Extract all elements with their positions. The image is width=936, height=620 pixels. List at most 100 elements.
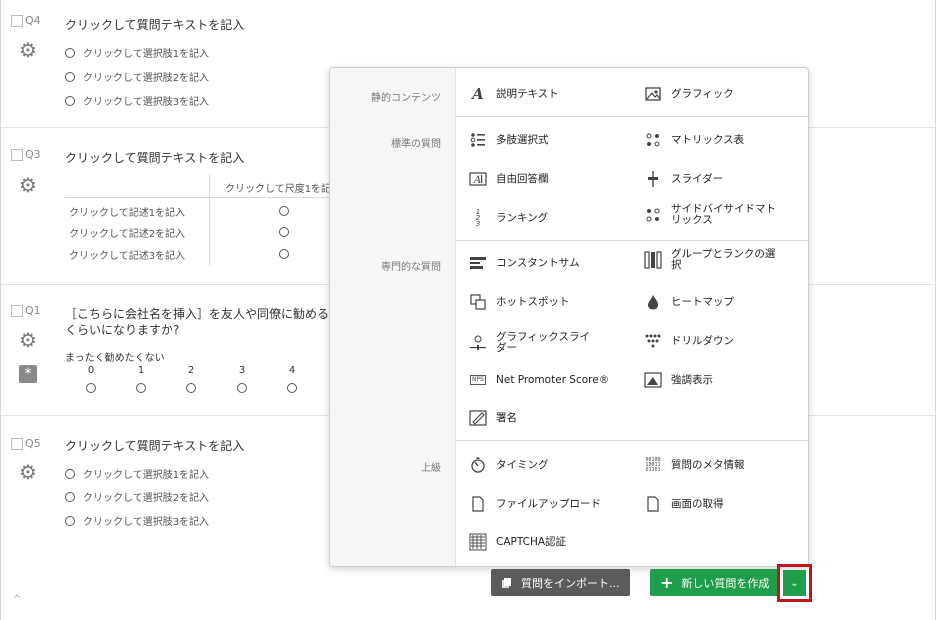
choice-item[interactable]: クリックして選択肢2を記入 — [65, 69, 209, 84]
asterisk-icon[interactable]: * — [19, 365, 37, 383]
pick-group-rank-icon — [643, 251, 663, 269]
choice-label[interactable]: クリックして選択肢1を記入 — [83, 45, 209, 60]
new-question-label: 新しい質問を作成 — [681, 576, 770, 590]
menu-item-heat-map[interactable]: ヒートマップ — [643, 293, 734, 311]
menu-item-nps[interactable]: NPS Net Promoter Score® — [468, 371, 609, 389]
gear-icon[interactable]: ⚙ — [18, 40, 38, 60]
choice-label[interactable]: クリックして選択肢3を記入 — [83, 513, 209, 528]
matrix-divider — [209, 174, 210, 266]
choice-label[interactable]: クリックして選択肢1を記入 — [83, 466, 209, 481]
matrix-statement[interactable]: クリックして記述1を記入 — [69, 204, 185, 219]
menu-item-screen-capture[interactable]: 画面の取得 — [643, 495, 724, 513]
import-questions-button[interactable]: 質問をインポート... — [491, 569, 630, 596]
menu-item-matrix-table[interactable]: マトリックス表 — [643, 131, 744, 149]
menu-item-descriptive-text[interactable]: A 説明テキスト — [468, 85, 559, 103]
question-select-checkbox[interactable] — [11, 304, 23, 317]
nps-icon: NPS — [470, 375, 486, 385]
gear-icon[interactable]: ⚙ — [18, 462, 38, 482]
choice-item[interactable]: クリックして選択肢1を記入 — [65, 45, 209, 60]
radio-button[interactable] — [279, 249, 289, 259]
matrix-statement[interactable]: クリックして記述3を記入 — [69, 247, 185, 262]
menu-item-highlight[interactable]: 強調表示 — [643, 371, 713, 389]
copy-icon — [501, 577, 513, 589]
choice-label[interactable]: クリックして選択肢2を記入 — [83, 489, 209, 504]
radio-button[interactable] — [65, 47, 75, 58]
choice-item[interactable]: クリックして選択肢3を記入 — [65, 93, 209, 108]
radio-button[interactable] — [65, 515, 75, 526]
radio-button[interactable] — [186, 383, 196, 393]
menu-item-file-upload[interactable]: ファイルアップロード — [468, 495, 601, 513]
signature-icon — [468, 409, 488, 427]
matrix-scale-header[interactable]: クリックして尺度1を記 — [225, 180, 331, 195]
choice-item[interactable]: クリックして選択肢2を記入 — [65, 489, 209, 504]
menu-item-constant-sum[interactable]: コンスタントサム — [468, 254, 580, 272]
radio-button[interactable] — [65, 491, 75, 502]
radio-button[interactable] — [279, 206, 289, 216]
menu-item-slider[interactable]: スライダー — [643, 170, 723, 188]
radio-button[interactable] — [65, 468, 75, 479]
question-text-line1[interactable]: ［こちらに会社名を挿入］を友人や同僚に勧める — [65, 305, 329, 322]
question-header: Q3 — [11, 148, 41, 161]
question-select-checkbox[interactable] — [11, 14, 23, 27]
collapse-caret-icon[interactable]: ^ — [13, 594, 21, 605]
constant-sum-icon — [468, 254, 488, 272]
radio-button[interactable] — [287, 383, 297, 393]
text-a-icon: A — [472, 85, 484, 103]
matrix-statement[interactable]: クリックして記述2を記入 — [69, 225, 185, 240]
question-text[interactable]: クリックして質問テキストを記入 — [65, 437, 244, 454]
section-divider — [456, 116, 808, 117]
text-entry-icon: A — [468, 170, 488, 188]
scale-number: 4 — [288, 365, 296, 376]
matrix-table: クリックして尺度1を記 クリックして記述1を記入 クリックして記述2を記入 クリ… — [65, 174, 345, 266]
drill-down-icon — [643, 332, 663, 350]
choice-item[interactable]: クリックして選択肢3を記入 — [65, 513, 209, 528]
question-text-line2[interactable]: くらいになりますか? — [65, 321, 179, 338]
menu-item-pick-group-rank[interactable]: グループとランクの選択 — [643, 249, 781, 271]
question-number: Q5 — [25, 437, 41, 450]
radio-button[interactable] — [136, 383, 146, 393]
radio-button[interactable] — [279, 227, 289, 237]
menu-item-text-entry[interactable]: A 自由回答欄 — [468, 170, 549, 188]
menu-item-graphic[interactable]: グラフィック — [643, 85, 734, 103]
question-type-dropdown-button[interactable]: ⌄ — [783, 570, 806, 596]
scale-left-anchor[interactable]: まったく勧めたくない — [65, 349, 165, 364]
file-icon — [643, 495, 663, 513]
radio-button[interactable] — [237, 383, 247, 393]
chevron-down-icon: ⌄ — [790, 577, 799, 589]
radio-button[interactable] — [65, 95, 75, 106]
gear-icon[interactable]: ⚙ — [18, 175, 38, 195]
flame-icon — [643, 293, 663, 311]
side-by-side-icon — [643, 206, 663, 224]
menu-item-meta-info[interactable]: 00100 10011 01101 質問のメタ情報 — [643, 456, 744, 474]
import-button-label: 質問をインポート... — [521, 576, 620, 590]
radio-button[interactable] — [86, 383, 96, 393]
question-select-checkbox[interactable] — [11, 437, 23, 450]
menu-item-multiple-choice[interactable]: 多肢選択式 — [468, 131, 549, 149]
choice-item[interactable]: クリックして選択肢1を記入 — [65, 466, 209, 481]
question-number: Q1 — [25, 304, 41, 317]
menu-item-signature[interactable]: 署名 — [468, 409, 517, 427]
menu-item-graphic-slider[interactable]: グラフィックスライダー — [468, 332, 596, 354]
section-divider — [456, 240, 808, 241]
menu-item-hot-spot[interactable]: ホットスポット — [468, 293, 570, 311]
create-new-question-button[interactable]: + 新しい質問を作成 — [650, 569, 779, 596]
gear-icon[interactable]: ⚙ — [18, 330, 38, 350]
file-icon — [468, 495, 488, 513]
menu-item-drill-down[interactable]: ドリルダウン — [643, 332, 734, 350]
scale-number: 0 — [87, 365, 95, 376]
choice-label[interactable]: クリックして選択肢2を記入 — [83, 69, 209, 84]
radio-button[interactable] — [65, 71, 75, 82]
slider-icon — [643, 170, 663, 188]
menu-item-timing[interactable]: タイミング — [468, 456, 549, 474]
choice-label[interactable]: クリックして選択肢3を記入 — [83, 93, 209, 108]
menu-item-side-by-side[interactable]: サイドバイサイドマトリックス — [643, 204, 781, 226]
question-text[interactable]: クリックして質問テキストを記入 — [65, 149, 244, 166]
scale-number: 1 — [137, 365, 145, 376]
question-text[interactable]: クリックして質問テキストを記入 — [65, 16, 244, 33]
plus-icon: + — [660, 572, 674, 592]
menu-item-rank-order[interactable]: 123 ランキング — [468, 209, 548, 228]
section-label-static: 静的コンテンツ — [371, 93, 441, 104]
menu-item-captcha[interactable]: CAPTCHA認証 — [468, 533, 566, 551]
question-select-checkbox[interactable] — [11, 148, 23, 161]
dropdown-highlight: ⌄ — [777, 564, 812, 602]
